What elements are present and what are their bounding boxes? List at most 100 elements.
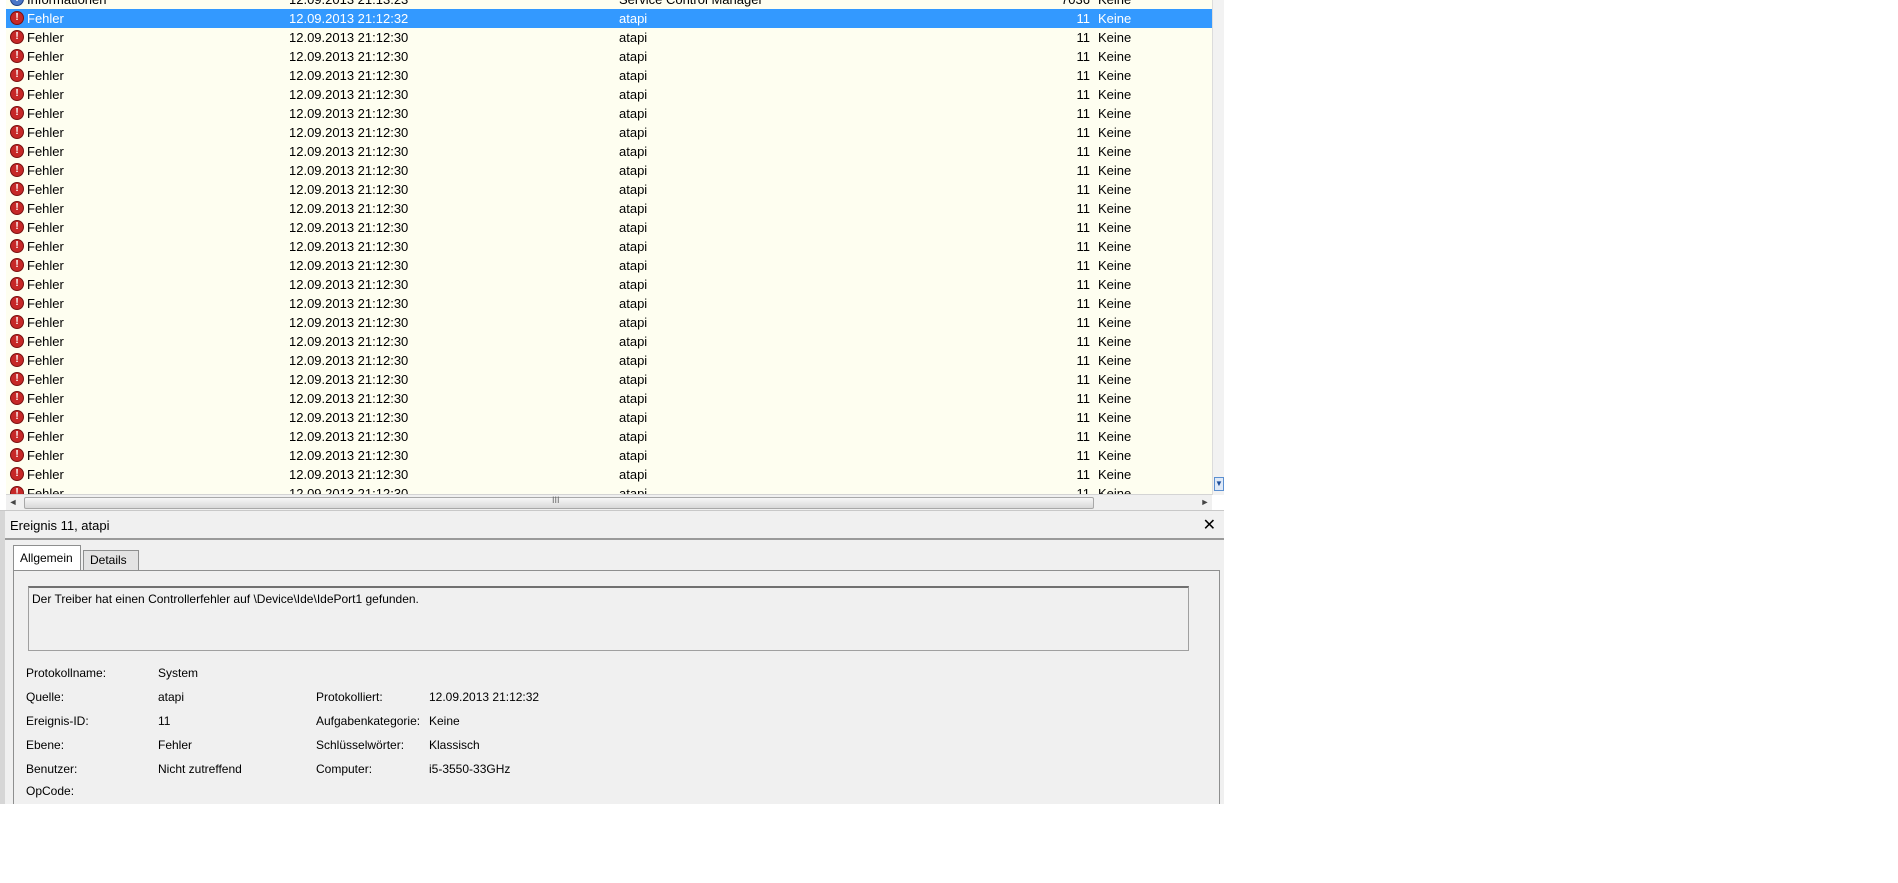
table-row[interactable]: ! Fehler 12.09.2013 21:12:30 atapi 11 Keine: [6, 161, 1216, 180]
pane-splitter[interactable]: [0, 511, 5, 804]
category-cell: Keine: [1098, 353, 1132, 368]
table-row[interactable]: iInformationen 12.09.2013 21:13:23 Service…: [6, 0, 1216, 9]
category-cell: Keine: [1098, 163, 1132, 178]
table-row[interactable]: ! Fehler 12.09.2013 21:12:30 atapi 11 Keine: [6, 446, 1216, 465]
table-row[interactable]: ! Fehler 12.09.2013 21:12:30 atapi 11 Keine: [6, 275, 1216, 294]
table-row[interactable]: ! Fehler 12.09.2013 21:12:30 atapi 11 Keine: [6, 408, 1216, 427]
category-cell: Keine: [1098, 125, 1132, 140]
event-rows[interactable]: iInformationen 12.09.2013 21:13:23 Service…: [6, 0, 1216, 495]
date-cell: 12.09.2013 21:12:30: [289, 125, 409, 140]
source-cell: atapi: [619, 220, 648, 235]
table-row[interactable]: ! Fehler 12.09.2013 21:12:30 atapi 11 Keine: [6, 180, 1216, 199]
table-row[interactable]: ! Fehler 12.09.2013 21:12:30 atapi 11 Keine: [6, 313, 1216, 332]
error-icon: !: [10, 448, 24, 462]
table-row[interactable]: ! Fehler 12.09.2013 21:12:30 atapi 11 Keine: [6, 370, 1216, 389]
tab-general[interactable]: Allgemein: [13, 545, 81, 570]
level-cell: Fehler: [27, 467, 64, 482]
table-row[interactable]: ! Fehler 12.09.2013 21:12:30 atapi 11 Keine: [6, 351, 1216, 370]
log-name-value: System: [158, 666, 199, 680]
category-cell: Keine: [1098, 429, 1132, 444]
table-row[interactable]: ! Fehler 12.09.2013 21:12:30 atapi 11 Keine: [6, 66, 1216, 85]
error-icon: !: [10, 429, 24, 443]
table-row[interactable]: ! Fehler 12.09.2013 21:12:30 atapi 11 Keine: [6, 427, 1216, 446]
scroll-left-icon[interactable]: ◄: [6, 495, 20, 510]
category-cell: Keine: [1098, 277, 1132, 292]
event-id-cell: 11: [1076, 372, 1091, 387]
level-cell: Fehler: [27, 87, 64, 102]
source-cell: atapi: [619, 353, 648, 368]
table-row[interactable]: ! Fehler 12.09.2013 21:12:30 atapi 11 Keine: [6, 294, 1216, 313]
category-cell: Keine: [1098, 410, 1132, 425]
date-cell: 12.09.2013 21:12:30: [289, 49, 409, 64]
error-icon: !: [10, 372, 24, 386]
table-row[interactable]: ! Fehler 12.09.2013 21:12:30 atapi 11 Keine: [6, 47, 1216, 66]
detail-header: Ereignis 11, atapi ✕: [5, 512, 1224, 540]
date-cell: 12.09.2013 21:12:30: [289, 391, 409, 406]
table-row[interactable]: ! Fehler 12.09.2013 21:12:30 atapi 11 Keine: [6, 465, 1216, 484]
category-cell: Keine: [1098, 68, 1132, 83]
event-id-cell: 11: [1076, 353, 1091, 368]
log-name-label: Protokollname:: [26, 666, 107, 680]
event-id-cell: 11: [1076, 277, 1091, 292]
table-row[interactable]: ! Fehler 12.09.2013 21:12:30 atapi 11 Keine: [6, 332, 1216, 351]
scroll-down-icon[interactable]: ▼: [1214, 477, 1224, 491]
table-row[interactable]: ! Fehler 12.09.2013 21:12:30 atapi 11 Keine: [6, 85, 1216, 104]
event-id-cell: 11: [1076, 391, 1091, 406]
error-icon: !: [10, 30, 24, 44]
event-id-cell: 11: [1076, 448, 1091, 463]
grip-icon: III: [552, 495, 560, 505]
event-id-cell: 11: [1076, 429, 1091, 444]
event-message[interactable]: Der Treiber hat einen Controllerfehler a…: [28, 586, 1189, 651]
error-icon: !: [10, 353, 24, 367]
date-cell: 12.09.2013 21:12:30: [289, 258, 409, 273]
date-cell: 12.09.2013 21:12:30: [289, 68, 409, 83]
event-id-cell: 11: [1076, 49, 1091, 64]
source-cell: atapi: [619, 448, 648, 463]
table-row[interactable]: ! Fehler 12.09.2013 21:12:30 atapi 11 Keine: [6, 104, 1216, 123]
table-row[interactable]: ! Fehler 12.09.2013 21:12:30 atapi 11 Keine: [6, 123, 1216, 142]
category-cell: Keine: [1098, 391, 1132, 406]
category-cell: Keine: [1098, 296, 1132, 311]
date-cell: 12.09.2013 21:12:30: [289, 372, 409, 387]
category-cell: Keine: [1098, 220, 1132, 235]
table-row[interactable]: ! Fehler 12.09.2013 21:12:30 atapi 11 Keine: [6, 218, 1216, 237]
date-cell: 12.09.2013 21:12:30: [289, 467, 409, 482]
table-row[interactable]: ! Fehler 12.09.2013 21:12:30 atapi 11 Keine: [6, 256, 1216, 275]
error-icon: !: [10, 315, 24, 329]
category-cell: Keine: [1098, 448, 1132, 463]
scroll-right-icon[interactable]: ►: [1198, 495, 1212, 510]
category-cell: Keine: [1098, 334, 1132, 349]
event-id-cell: 11: [1076, 163, 1091, 178]
error-icon: !: [10, 410, 24, 424]
table-row[interactable]: ! Fehler 12.09.2013 21:12:30 atapi 11 Keine: [6, 28, 1216, 47]
tab-details[interactable]: Details: [83, 550, 139, 570]
date-cell: 12.09.2013 21:12:30: [289, 220, 409, 235]
table-row[interactable]: ! Fehler 12.09.2013 21:12:30 atapi 11 Keine: [6, 389, 1216, 408]
date-cell: 12.09.2013 21:12:30: [289, 182, 409, 197]
error-icon: !: [10, 201, 24, 215]
level-cell: Fehler: [27, 429, 64, 444]
category-cell: Keine: [1098, 239, 1132, 254]
level-cell: Fehler: [27, 277, 64, 292]
table-row[interactable]: ! Fehler 12.09.2013 21:12:30 atapi 11 Keine: [6, 142, 1216, 161]
category-cell: Keine: [1098, 315, 1132, 330]
date-cell: 12.09.2013 21:12:32: [289, 11, 409, 26]
close-icon[interactable]: ✕: [1203, 515, 1216, 535]
horizontal-scrollbar[interactable]: ◄ III ►: [6, 494, 1212, 510]
level-cell: Fehler: [27, 315, 64, 330]
event-id-cell: 11: [1076, 87, 1091, 102]
source-cell: atapi: [619, 334, 648, 349]
vertical-scrollbar[interactable]: [1212, 0, 1224, 495]
error-icon: !: [10, 391, 24, 405]
table-row[interactable]: ! Fehler 12.09.2013 21:12:30 atapi 11 Keine: [6, 199, 1216, 218]
event-id-cell: 11: [1076, 182, 1091, 197]
error-icon: !: [10, 182, 24, 196]
logged-value: 12.09.2013 21:12:32: [429, 690, 540, 704]
scroll-thumb[interactable]: III: [24, 495, 1094, 509]
event-id-cell: 11: [1076, 30, 1091, 45]
table-row[interactable]: ! Fehler 12.09.2013 21:12:32 atapi 11 Keine: [6, 9, 1216, 28]
table-row[interactable]: ! Fehler 12.09.2013 21:12:30 atapi 11 Keine: [6, 237, 1216, 256]
level-cell: Fehler: [27, 410, 64, 425]
computer-label: Computer:: [316, 762, 373, 776]
event-list[interactable]: iInformationen 12.09.2013 21:13:23 Service…: [0, 0, 1224, 495]
